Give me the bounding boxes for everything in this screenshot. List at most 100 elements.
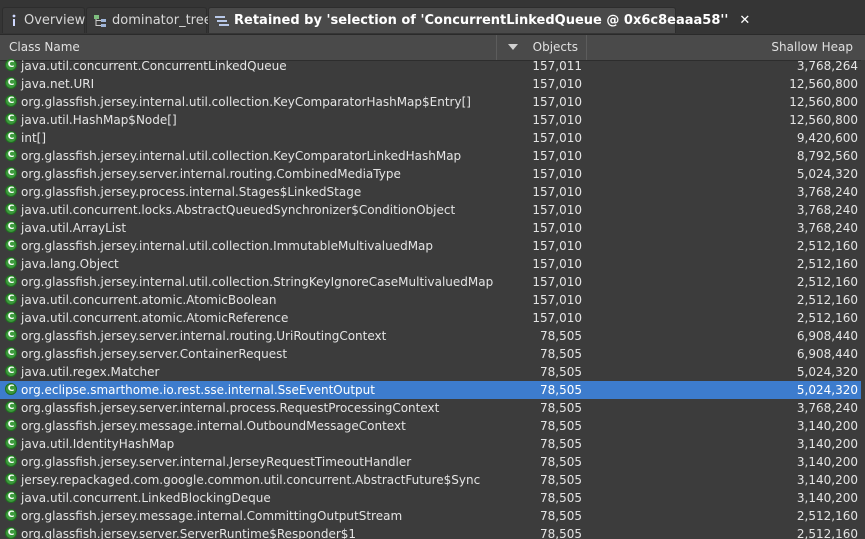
objects-cell: 157,010 xyxy=(532,149,582,163)
table-row[interactable]: Cjava.util.concurrent.atomic.AtomicBoole… xyxy=(0,291,865,309)
class-name-cell: java.util.concurrent.atomic.AtomicRefere… xyxy=(21,311,289,325)
shallow-heap-cell: 2,512,160 xyxy=(796,257,858,271)
class-name-cell: int[] xyxy=(21,131,47,145)
shallow-heap-cell: 12,560,800 xyxy=(789,95,858,109)
objects-cell: 157,010 xyxy=(532,293,582,307)
class-icon: C xyxy=(5,185,17,197)
class-icon: C xyxy=(5,329,17,341)
table-row[interactable]: Corg.eclipse.smarthome.io.rest.sse.inter… xyxy=(0,381,865,399)
class-name-cell: org.glassfish.jersey.internal.util.colle… xyxy=(21,149,462,163)
class-name-cell: org.glassfish.jersey.process.internal.St… xyxy=(21,185,362,199)
table-row[interactable]: Cjava.util.IdentityHashMap 78,505 3,140,20… xyxy=(0,435,865,453)
objects-cell: 157,010 xyxy=(532,203,582,217)
tab-overview[interactable]: Overview xyxy=(2,7,85,33)
table-row[interactable]: Corg.glassfish.jersey.server.internal.pr… xyxy=(0,399,865,417)
table-row[interactable]: Corg.glassfish.jersey.server.ContainerRe… xyxy=(0,345,865,363)
table-row[interactable]: Corg.glassfish.jersey.message.internal.O… xyxy=(0,417,865,435)
tab-dominator-tree[interactable]: dominator_tree xyxy=(86,7,212,33)
objects-cell: 157,010 xyxy=(532,221,582,235)
table-row[interactable]: Cjava.net.URI 157,010 12,560,800 xyxy=(0,75,865,93)
class-icon: C xyxy=(5,347,17,359)
scrollbar[interactable] xyxy=(861,60,865,539)
class-name-cell: java.util.IdentityHashMap xyxy=(21,437,175,451)
close-icon[interactable]: ✕ xyxy=(739,13,750,28)
class-icon: C xyxy=(5,77,17,89)
class-icon: C xyxy=(5,275,17,287)
objects-cell: 78,505 xyxy=(540,419,582,433)
objects-cell: 78,505 xyxy=(540,473,582,487)
objects-cell: 157,010 xyxy=(532,167,582,181)
list-icon xyxy=(215,14,229,28)
info-icon xyxy=(9,14,19,28)
class-name-cell: java.util.concurrent.LinkedBlockingDeque xyxy=(21,491,271,505)
class-name-cell: jersey.repackaged.com.google.common.util… xyxy=(21,473,481,487)
objects-cell: 157,010 xyxy=(532,95,582,109)
tab-retained-by-selection[interactable]: Retained by 'selection of 'ConcurrentLin… xyxy=(208,7,750,33)
objects-cell: 157,011 xyxy=(532,59,582,73)
table-row[interactable]: Cjava.util.concurrent.ConcurrentLinkedQu… xyxy=(0,57,865,75)
class-name-cell: org.glassfish.jersey.internal.util.colle… xyxy=(21,95,471,109)
shallow-heap-cell: 3,768,240 xyxy=(796,401,858,415)
class-icon: C xyxy=(5,383,17,395)
class-name-cell: java.util.regex.Matcher xyxy=(21,365,160,379)
class-icon: C xyxy=(5,311,17,323)
class-icon: C xyxy=(5,59,17,71)
shallow-heap-cell: 5,024,320 xyxy=(796,365,858,379)
table-row[interactable]: Cjava.util.regex.Matcher 78,505 5,024,320 xyxy=(0,363,865,381)
table-row[interactable]: Corg.glassfish.jersey.server.internal.ro… xyxy=(0,327,865,345)
shallow-heap-cell: 2,512,160 xyxy=(796,293,858,307)
class-icon: C xyxy=(5,131,17,143)
table-row[interactable]: Cjava.util.HashMap$Node[] 157,010 12,560,8… xyxy=(0,111,865,129)
tab-label: Retained by 'selection of 'ConcurrentLin… xyxy=(234,13,729,28)
class-icon: C xyxy=(5,473,17,485)
shallow-heap-cell: 2,512,160 xyxy=(796,239,858,253)
table-row[interactable]: Cjava.lang.Object 157,010 2,512,160 xyxy=(0,255,865,273)
shallow-heap-cell: 3,768,240 xyxy=(796,185,858,199)
table-row[interactable]: Corg.glassfish.jersey.internal.util.coll… xyxy=(0,93,865,111)
class-name-cell: java.util.concurrent.ConcurrentLinkedQue… xyxy=(21,59,287,73)
table-row[interactable]: Cjava.util.concurrent.LinkedBlockingDequ… xyxy=(0,489,865,507)
shallow-heap-cell: 9,420,600 xyxy=(796,131,858,145)
shallow-heap-cell: 3,140,200 xyxy=(796,473,858,487)
class-icon: C xyxy=(5,257,17,269)
tree-icon xyxy=(93,14,107,28)
table-row[interactable]: Corg.glassfish.jersey.process.internal.S… xyxy=(0,183,865,201)
table-row[interactable]: Cjava.util.concurrent.atomic.AtomicRefer… xyxy=(0,309,865,327)
table-row[interactable]: Corg.glassfish.jersey.server.ServerRunti… xyxy=(0,525,865,539)
objects-cell: 157,010 xyxy=(532,275,582,289)
class-name-cell: java.util.concurrent.atomic.AtomicBoolea… xyxy=(21,293,277,307)
table-row[interactable]: Cint[] 157,010 9,420,600 xyxy=(0,129,865,147)
table-row[interactable]: Cjava.util.ArrayList 157,010 3,768,240 xyxy=(0,219,865,237)
table-row[interactable]: Corg.glassfish.jersey.message.internal.C… xyxy=(0,507,865,525)
table-row[interactable]: Corg.glassfish.jersey.internal.util.coll… xyxy=(0,147,865,165)
shallow-heap-cell: 3,768,240 xyxy=(796,203,858,217)
shallow-heap-cell: 6,908,440 xyxy=(796,329,858,343)
table-row[interactable]: Corg.glassfish.jersey.server.internal.ro… xyxy=(0,165,865,183)
table-row[interactable]: Corg.glassfish.jersey.internal.util.coll… xyxy=(0,237,865,255)
table-row[interactable]: Cjersey.repackaged.com.google.common.uti… xyxy=(0,471,865,489)
class-name-cell: java.util.ArrayList xyxy=(21,221,127,235)
shallow-heap-cell: 3,768,264 xyxy=(796,59,858,73)
objects-cell: 157,010 xyxy=(532,239,582,253)
shallow-heap-cell: 5,024,320 xyxy=(796,167,858,181)
class-icon: C xyxy=(5,293,17,305)
shallow-heap-cell: 2,512,160 xyxy=(796,527,858,539)
shallow-heap-cell: 3,140,200 xyxy=(796,437,858,451)
class-icon: C xyxy=(5,455,17,467)
class-name-cell: java.lang.Object xyxy=(21,257,119,271)
class-icon: C xyxy=(5,203,17,215)
tab-label: dominator_tree xyxy=(112,13,212,28)
table-row[interactable]: Cjava.util.concurrent.locks.AbstractQueu… xyxy=(0,201,865,219)
objects-cell: 78,505 xyxy=(540,509,582,523)
class-icon: C xyxy=(5,437,17,449)
class-name-cell: org.glassfish.jersey.server.internal.pro… xyxy=(21,401,440,415)
objects-cell: 157,010 xyxy=(532,131,582,145)
shallow-heap-cell: 3,140,200 xyxy=(796,491,858,505)
class-icon: C xyxy=(5,527,17,539)
objects-cell: 78,505 xyxy=(540,365,582,379)
objects-cell: 78,505 xyxy=(540,383,582,397)
objects-cell: 157,010 xyxy=(532,113,582,127)
table-row[interactable]: Corg.glassfish.jersey.server.internal.Je… xyxy=(0,453,865,471)
shallow-heap-cell: 8,792,560 xyxy=(796,149,858,163)
table-row[interactable]: Corg.glassfish.jersey.internal.util.coll… xyxy=(0,273,865,291)
